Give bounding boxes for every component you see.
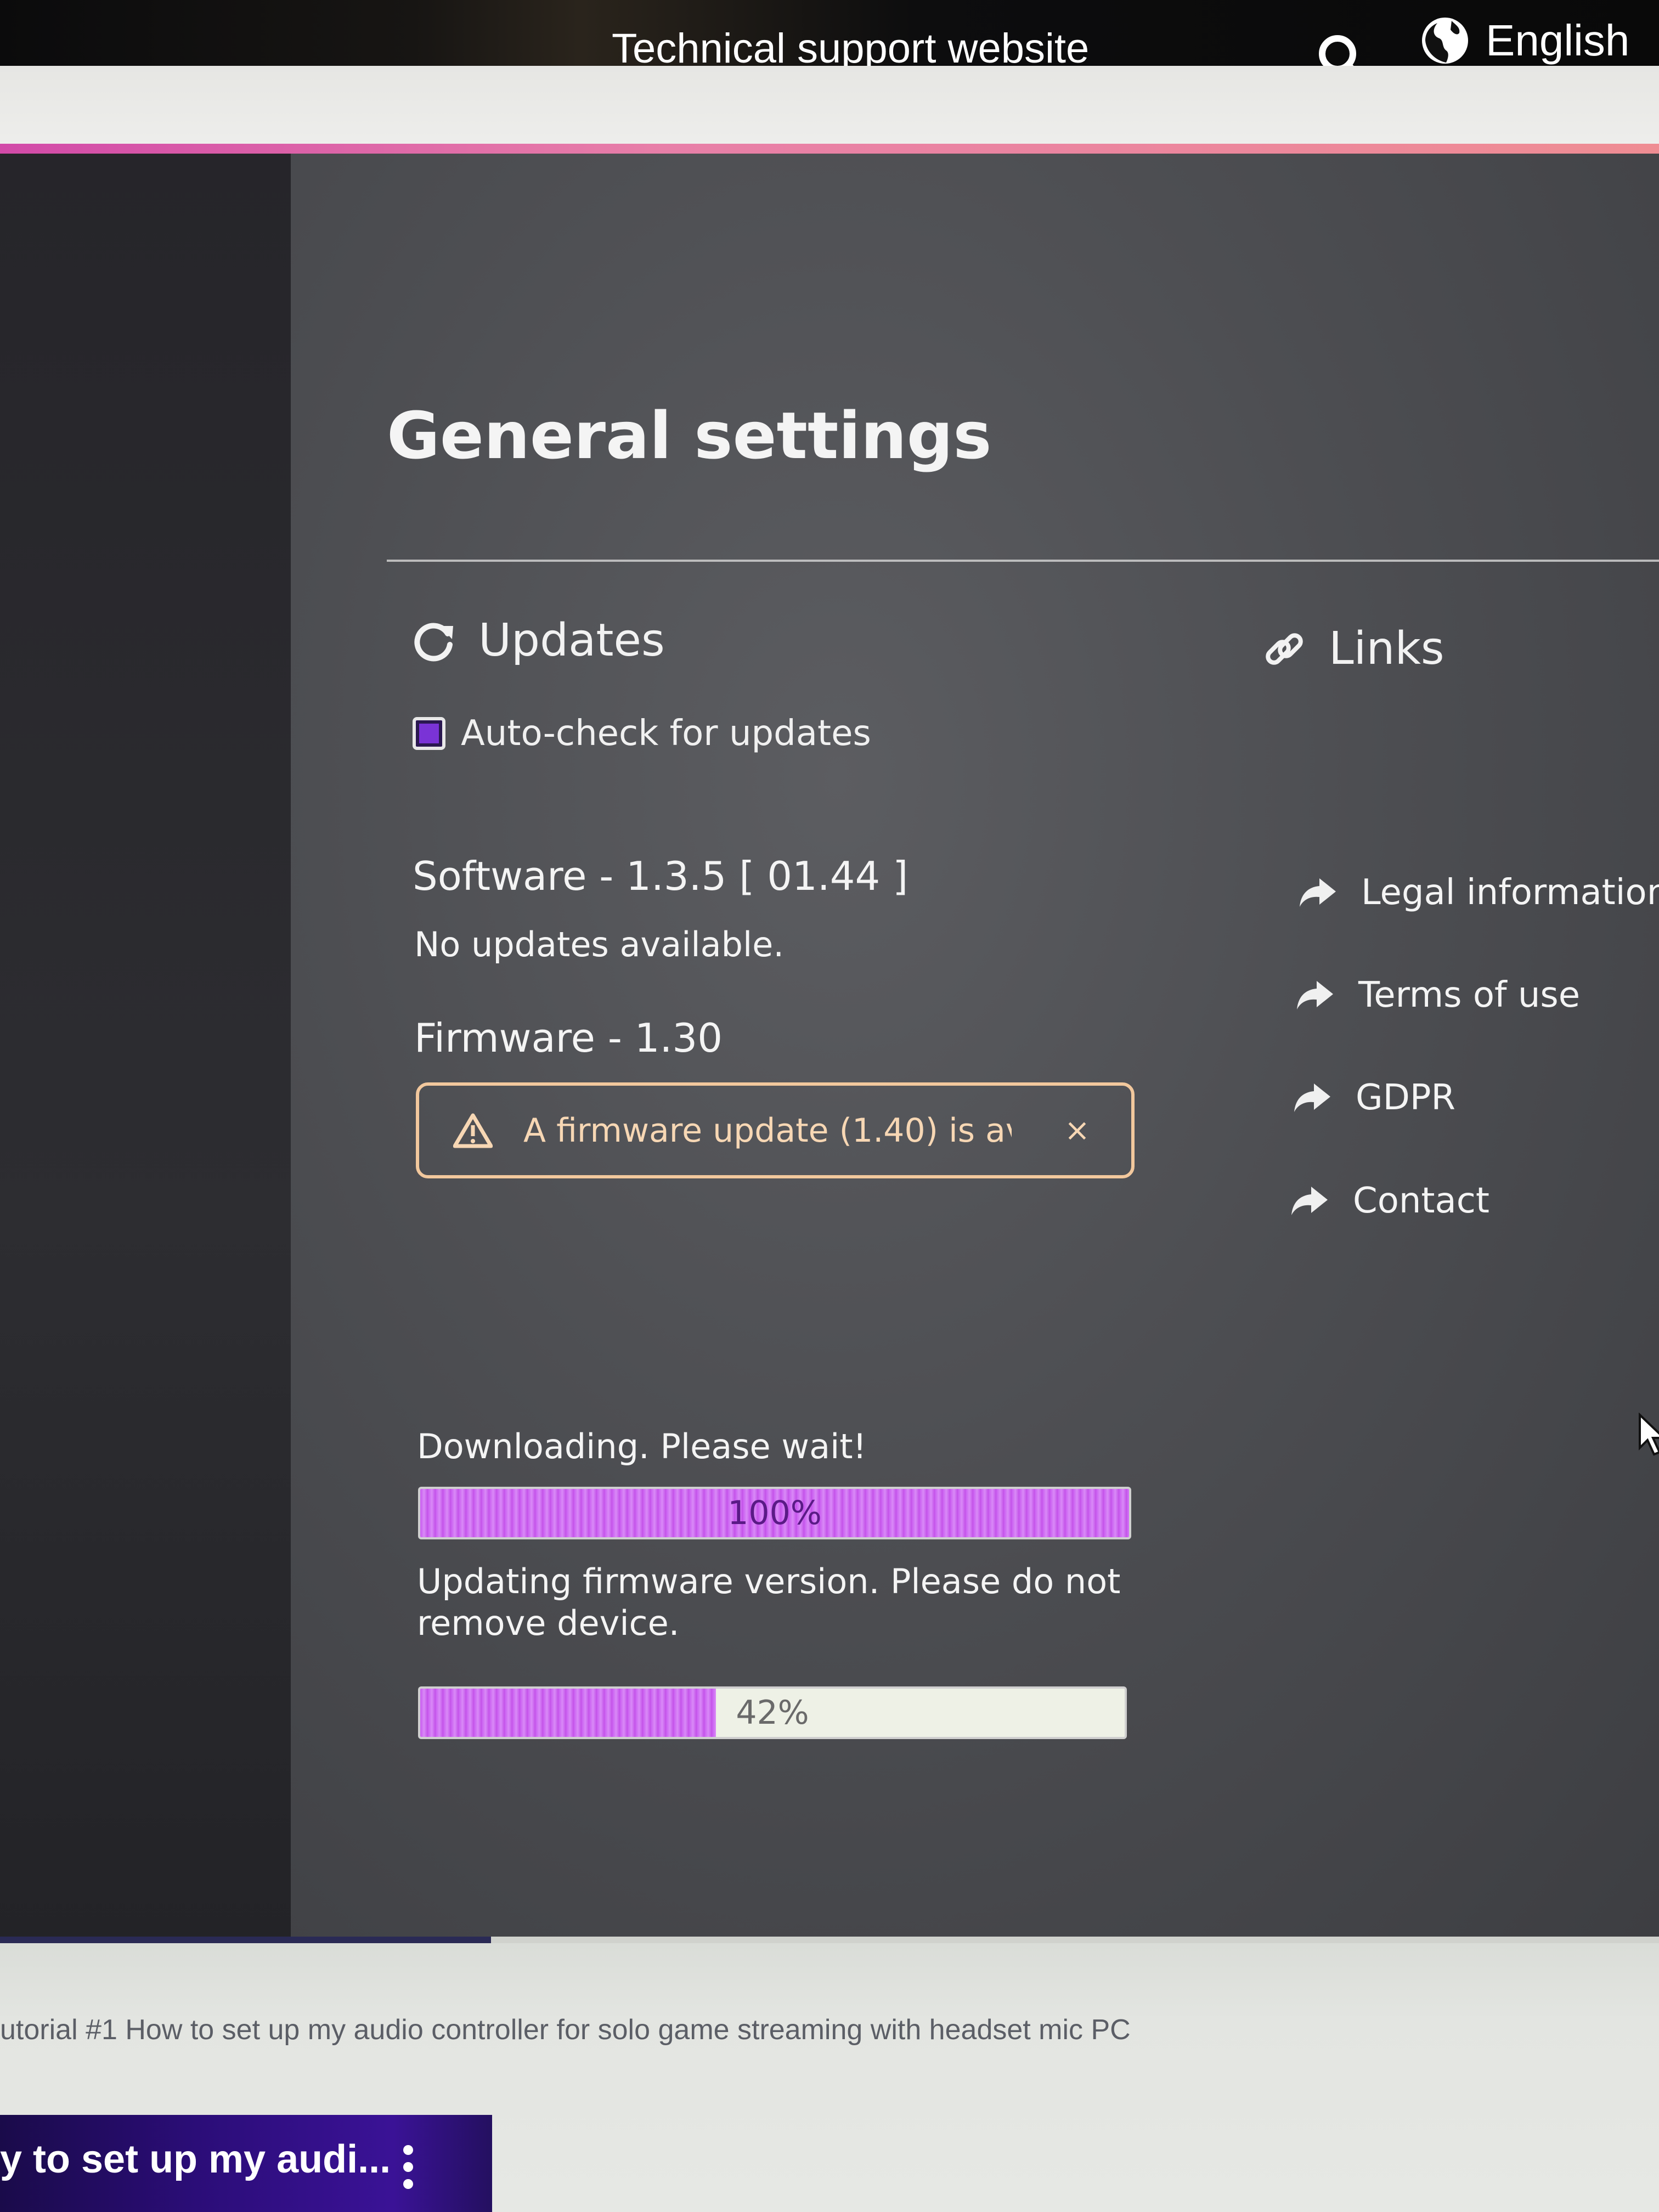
link-gdpr[interactable]: GDPR [1292,1077,1455,1118]
video-progress-remaining[interactable] [491,1937,1659,1943]
download-progress-bar: 100% [418,1487,1131,1539]
language-label: English [1486,16,1630,65]
software-version: Software - 1.3.5 [ 01.44 ] [413,853,909,899]
software-status: No updates available. [414,924,785,964]
link-label: Legal information [1361,872,1659,913]
accent-line [0,144,1659,154]
link-label: Terms of use [1358,975,1581,1015]
links-heading: Links [1262,623,1444,675]
warning-icon [453,1113,493,1148]
cursor-icon [1639,1413,1659,1456]
share-arrow-icon [1300,878,1336,907]
link-label: Contact [1353,1181,1489,1221]
alert-message: A firmware update (1.40) is available [523,1111,1012,1150]
globe-icon [1422,18,1468,64]
share-arrow-icon [1294,1084,1330,1112]
firmware-update-alert[interactable]: A firmware update (1.40) is available × [416,1082,1135,1178]
autocheck-checkbox[interactable] [413,717,445,750]
link-legal-information[interactable]: Legal information [1297,872,1659,913]
updates-heading-label: Updates [478,614,665,667]
share-arrow-icon [1297,981,1333,1009]
update-progress-label: 42% [736,1694,809,1732]
nav-strip [0,66,1659,148]
language-selector[interactable]: English [1421,15,1629,66]
settings-panel: General settings Updates Auto-check for … [291,154,1659,1937]
page-title: General settings [387,398,992,473]
link-terms-of-use[interactable]: Terms of use [1295,975,1580,1015]
links-heading-label: Links [1329,623,1444,675]
firmware-version: Firmware - 1.30 [414,1015,723,1061]
video-area: utorial #1 How to set up my audio contro… [0,1937,1659,2212]
download-status: Downloading. Please wait! [417,1426,867,1466]
update-progress-bar: 42% [418,1686,1127,1739]
link-contact[interactable]: Contact [1289,1181,1489,1221]
updates-heading: Updates [411,614,665,667]
link-label: GDPR [1356,1077,1455,1118]
close-icon[interactable]: × [1064,1113,1090,1148]
download-progress-label: 100% [727,1494,822,1532]
left-sidebar [0,154,302,1937]
title-divider [387,560,1659,562]
top-header: Technical support website English [0,0,1659,84]
video-thumbnail[interactable]: y to set up my audi... [0,2115,492,2212]
more-vert-icon[interactable] [403,2145,414,2189]
tech-support-link[interactable]: Technical support website [612,25,1089,72]
video-title[interactable]: utorial #1 How to set up my audio contro… [0,2013,1131,2046]
thumbnail-title: y to set up my audi... [0,2137,391,2181]
autocheck-label: Auto-check for updates [461,713,871,754]
video-progress-played[interactable] [0,1937,491,1943]
autocheck-option[interactable]: Auto-check for updates [413,713,871,754]
refresh-icon [414,623,453,661]
link-icon [1266,633,1303,665]
share-arrow-icon [1291,1187,1328,1215]
update-status: Updating firmware version. Please do not… [417,1561,1121,1643]
